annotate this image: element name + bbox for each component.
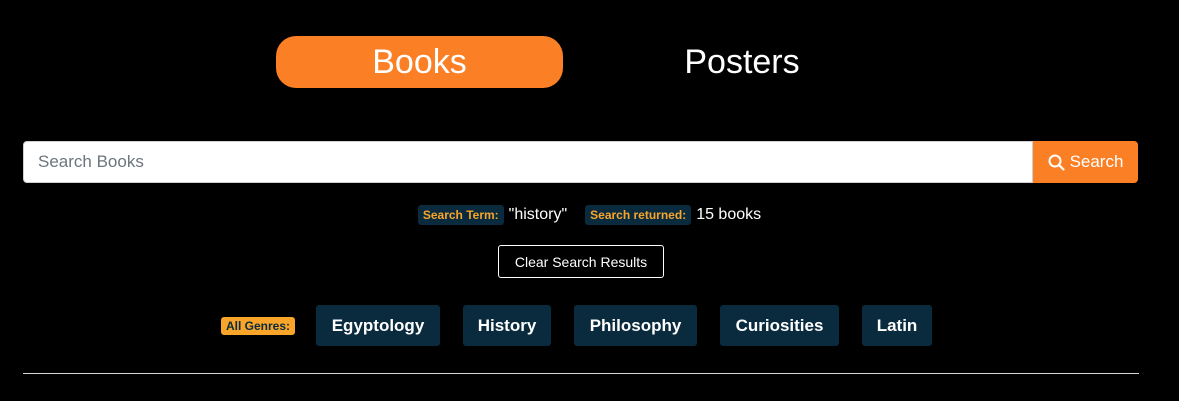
search-input[interactable] <box>23 141 1033 183</box>
search-button[interactable]: Search <box>1033 141 1138 183</box>
genre-latin[interactable]: Latin <box>862 305 932 346</box>
divider <box>23 373 1139 374</box>
genre-egyptology[interactable]: Egyptology <box>316 305 440 346</box>
genre-philosophy[interactable]: Philosophy <box>574 305 697 346</box>
tab-books[interactable]: Books <box>276 36 563 88</box>
all-genres-label: All Genres: <box>221 317 296 335</box>
tab-posters[interactable]: Posters <box>642 36 842 88</box>
genre-curiosities[interactable]: Curiosities <box>720 305 839 346</box>
search-term-value: "history" <box>508 206 568 223</box>
search-status: Search Term: "history" Search returned: … <box>0 204 1179 226</box>
search-button-label: Search <box>1069 152 1124 171</box>
genre-history[interactable]: History <box>463 305 551 346</box>
search-returned-value: 15 books <box>696 206 762 223</box>
page: Books Posters Search Search Term: "histo… <box>0 0 1179 401</box>
search-icon <box>1048 154 1065 171</box>
search-term-badge: Search Term: <box>417 205 504 225</box>
clear-search-results-button[interactable]: Clear Search Results <box>498 245 664 278</box>
search-returned-badge: Search returned: <box>585 205 692 225</box>
